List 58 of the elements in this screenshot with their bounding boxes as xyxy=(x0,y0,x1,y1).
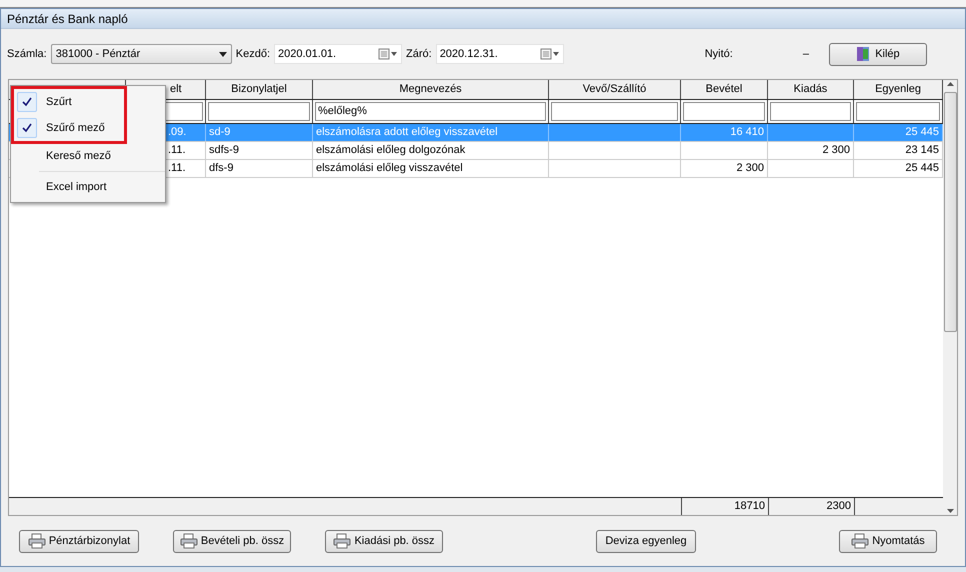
column-header[interactable]: Bevétel xyxy=(681,80,768,99)
column-header[interactable]: Kiadás xyxy=(768,80,854,99)
filter-field[interactable] xyxy=(770,102,851,121)
table-cell-text: .09. xyxy=(168,125,186,140)
account-label: Számla: xyxy=(7,46,47,62)
column-header[interactable]: Megnevezés xyxy=(313,80,549,99)
calendar-dropdown-icon[interactable] xyxy=(540,48,560,60)
filter-field[interactable] xyxy=(551,102,678,121)
end-date-field[interactable]: 2020.12.31. xyxy=(436,44,564,64)
menu-item[interactable]: Excel import xyxy=(14,175,111,199)
table-cell-text: 25 445 xyxy=(905,161,939,176)
printer-icon xyxy=(333,533,352,549)
checkmark-icon xyxy=(22,97,32,107)
table-cell-text: 23 145 xyxy=(905,143,939,158)
end-date-label: Záró: xyxy=(406,46,432,62)
action-button[interactable]: Deviza egyenleg xyxy=(596,530,696,552)
table-cell-text: elszámolási előleg visszavétel xyxy=(316,161,463,176)
action-button[interactable]: Nyomtatás xyxy=(839,530,937,552)
table-cell-text: 2 300 xyxy=(822,143,850,158)
filter-field[interactable] xyxy=(208,102,310,121)
column-header[interactable]: Vevő/Szállító xyxy=(549,80,681,99)
table-cell-text: elszámolásra adott előleg visszavétel xyxy=(316,125,498,140)
scroll-up-icon[interactable] xyxy=(946,82,954,86)
table-cell-text: sdfs-9 xyxy=(209,143,239,158)
table-cell-text: .11. xyxy=(168,143,186,158)
table-cell-text: dfs-9 xyxy=(209,161,234,176)
vertical-scrollbar[interactable] xyxy=(943,80,957,515)
action-button[interactable]: Bevételi pb. össz xyxy=(173,530,291,552)
table-cell-text: .11. xyxy=(168,161,186,176)
filter-field[interactable] xyxy=(856,102,940,121)
table-cell-text: elszámolási előleg dolgozónak xyxy=(316,143,466,158)
menu-item[interactable]: Szűrt xyxy=(14,90,76,114)
printer-icon xyxy=(851,533,870,549)
action-button[interactable]: Kiadási pb. össz xyxy=(325,530,443,552)
door-icon xyxy=(856,46,870,62)
total-cell-text: 2300 xyxy=(826,499,851,514)
opening-value: – xyxy=(802,46,809,62)
dropdown-arrow-icon xyxy=(218,52,227,56)
table-cell-text: 25 445 xyxy=(905,125,939,140)
window-title: Pénztár és Bank napló xyxy=(7,10,128,28)
action-button[interactable]: Pénztárbizonylat xyxy=(19,530,139,552)
table-cell-text: 2 300 xyxy=(736,161,764,176)
table-cell-text: 16 410 xyxy=(730,125,764,140)
scroll-down-icon[interactable] xyxy=(946,509,954,513)
exit-button[interactable]: Kilép xyxy=(828,42,927,66)
column-header[interactable]: Bizonylatjel xyxy=(206,80,313,99)
filter-field[interactable]: %előleg% xyxy=(315,102,546,121)
filter-field[interactable] xyxy=(683,102,765,121)
calendar-dropdown-icon[interactable] xyxy=(378,48,398,60)
start-date-field[interactable]: 2020.01.01. xyxy=(274,44,402,64)
opening-label: Nyitó: xyxy=(704,46,733,62)
printer-icon xyxy=(28,533,46,549)
table-cell-text: sd-9 xyxy=(209,125,230,140)
checkmark-icon xyxy=(22,123,32,133)
printer-icon xyxy=(180,533,198,549)
start-date-label: Kezdő: xyxy=(236,46,270,62)
total-cell-text: 18710 xyxy=(734,499,765,514)
account-dropdown[interactable]: 381000 - Pénztár xyxy=(50,44,232,64)
